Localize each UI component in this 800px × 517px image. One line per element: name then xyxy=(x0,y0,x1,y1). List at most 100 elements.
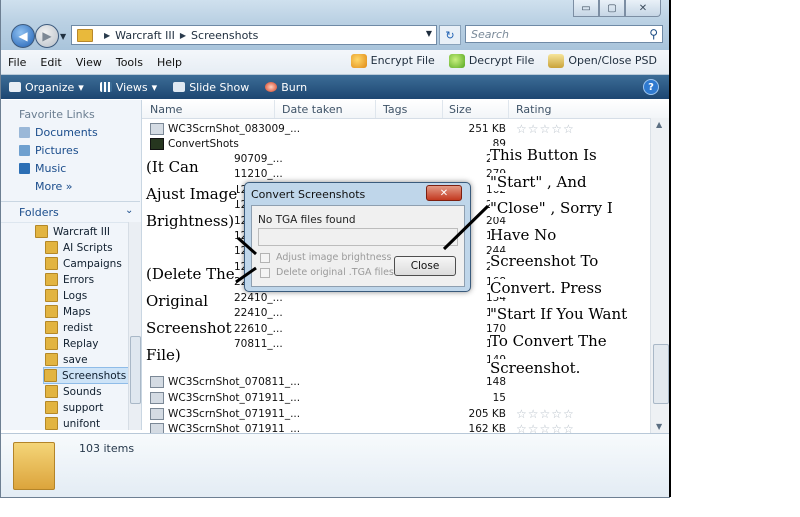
delete-original-checkbox[interactable]: Delete original .TGA files xyxy=(260,267,394,278)
file-name-text: WC3ScrnShot_083009_... xyxy=(168,123,301,135)
tree-item-support[interactable]: support xyxy=(45,400,103,415)
help-button[interactable]: ? xyxy=(643,79,659,95)
file-list-scrollbar[interactable]: ▲ ▼ xyxy=(650,118,669,433)
open-close-psd-label: Open/Close PSD xyxy=(568,54,657,67)
tree-item-replay[interactable]: Replay xyxy=(45,336,99,351)
column-divider[interactable] xyxy=(508,100,509,118)
breadcrumb-screenshots[interactable]: Screenshots xyxy=(191,29,258,42)
views-button[interactable]: Views ▾ xyxy=(92,81,165,94)
rating-stars[interactable]: ☆☆☆☆☆ xyxy=(516,122,575,136)
address-dropdown-icon[interactable]: ▼ xyxy=(426,29,432,38)
annotation-right: "Close" , Sorry I xyxy=(490,199,613,217)
annotation-right: This Button Is xyxy=(490,146,597,164)
file-size: 15 xyxy=(492,392,506,404)
more-links[interactable]: More » xyxy=(1,175,141,193)
tree-item-save[interactable]: save xyxy=(45,352,88,367)
column-date-taken[interactable]: Date taken xyxy=(282,103,343,116)
slideshow-button[interactable]: Slide Show xyxy=(165,81,257,94)
address-bar[interactable]: ▶ Warcraft III ▶ Screenshots ▼ xyxy=(71,25,437,45)
title-bar: ▭ ▢ ✕ xyxy=(1,0,669,20)
breadcrumb-warcraft[interactable]: Warcraft III xyxy=(115,29,175,42)
decrypt-icon xyxy=(448,54,465,68)
tree-item-campaigns[interactable]: Campaigns xyxy=(45,256,122,271)
tree-item-maps[interactable]: Maps xyxy=(45,304,91,319)
checkbox-box[interactable] xyxy=(260,267,270,278)
file-row[interactable]: WC3ScrnShot_083009_... 251 KB ☆☆☆☆☆ xyxy=(142,122,650,137)
scroll-up-icon[interactable]: ▲ xyxy=(656,120,662,129)
search-icon[interactable]: ⚲ xyxy=(649,27,658,41)
column-divider[interactable] xyxy=(442,100,443,118)
file-name-partial: 90709_... xyxy=(234,153,283,165)
adjust-brightness-checkbox[interactable]: Adjust image brightness xyxy=(260,252,391,263)
rating-stars[interactable]: ☆☆☆☆☆ xyxy=(516,407,575,421)
menu-file[interactable]: File xyxy=(1,56,33,69)
tree-item-screenshots[interactable]: Screenshots xyxy=(43,367,129,384)
menu-edit[interactable]: Edit xyxy=(33,56,68,69)
dialog-close-button[interactable]: ✕ xyxy=(426,185,462,201)
folder-icon xyxy=(45,273,58,286)
tree-item-sounds[interactable]: Sounds xyxy=(45,384,102,399)
favorite-pictures[interactable]: Pictures xyxy=(1,139,141,157)
file-row[interactable]: WC3ScrnShot_071911_... 205 KB ☆☆☆☆☆ xyxy=(142,407,650,422)
menu-help[interactable]: Help xyxy=(150,56,189,69)
file-name: WC3ScrnShot_071911_... xyxy=(150,392,300,404)
organize-button[interactable]: Organize ▾ xyxy=(1,81,92,94)
column-divider[interactable] xyxy=(274,100,275,118)
tree-item-label: Warcraft III xyxy=(53,225,111,238)
chevron-down-icon[interactable]: ⌄ xyxy=(125,205,133,216)
dialog-close-action-button[interactable]: Close xyxy=(394,256,456,276)
tree-item-redist[interactable]: redist xyxy=(45,320,93,335)
file-list-scroll-thumb[interactable] xyxy=(653,344,669,404)
annotation-right: To Convert The xyxy=(490,332,607,350)
column-divider[interactable] xyxy=(375,100,376,118)
file-name-partial: 22410_... xyxy=(234,292,283,304)
search-placeholder: Search xyxy=(471,27,510,41)
folder-icon xyxy=(45,337,58,350)
breadcrumb-chevron-icon[interactable]: ▶ xyxy=(180,31,186,40)
forward-button[interactable]: ▶ xyxy=(35,24,59,48)
checkbox-box[interactable] xyxy=(260,252,270,263)
column-name[interactable]: Name xyxy=(150,103,182,116)
menu-view[interactable]: View xyxy=(69,56,109,69)
minimize-button[interactable]: ▭ xyxy=(573,0,599,17)
column-rating[interactable]: Rating xyxy=(516,103,551,116)
maximize-button[interactable]: ▢ xyxy=(599,0,625,17)
column-size[interactable]: Size xyxy=(449,103,472,116)
tree-item-logs[interactable]: Logs xyxy=(45,288,87,303)
open-close-psd-button[interactable]: Open/Close PSD xyxy=(548,54,657,68)
file-row[interactable]: WC3ScrnShot_071911_... 15 xyxy=(142,391,650,406)
tree-scrollbar[interactable] xyxy=(128,222,141,430)
tree-item-unifont[interactable]: unifont xyxy=(45,416,100,430)
file-row[interactable]: WC3ScrnShot_070811_... 148 xyxy=(142,375,650,390)
favorite-pictures-label: Pictures xyxy=(35,144,79,157)
menu-tools[interactable]: Tools xyxy=(109,56,150,69)
refresh-button[interactable]: ↻ xyxy=(439,25,461,45)
convert-screenshots-dialog: Convert Screenshots ✕ No TGA files found… xyxy=(244,182,471,292)
tree-item-warcraft[interactable]: Warcraft III xyxy=(35,224,110,239)
decrypt-file-button[interactable]: Decrypt File xyxy=(448,54,534,68)
burn-button[interactable]: Burn xyxy=(257,81,315,94)
burn-icon xyxy=(265,82,278,92)
recent-pages-dropdown[interactable]: ▼ xyxy=(60,32,66,41)
folders-header[interactable]: Folders ⌄ xyxy=(1,201,140,223)
tree-item-label: redist xyxy=(63,321,93,334)
scroll-down-icon[interactable]: ▼ xyxy=(656,422,662,431)
file-size: 148 xyxy=(485,376,506,388)
forward-arrow-icon: ▶ xyxy=(42,29,52,43)
column-tags[interactable]: Tags xyxy=(383,103,407,116)
back-button[interactable]: ◀ xyxy=(11,24,35,48)
tree-scroll-thumb[interactable] xyxy=(130,336,141,404)
close-window-button[interactable]: ✕ xyxy=(625,0,661,17)
favorite-documents[interactable]: Documents xyxy=(1,121,141,139)
search-input[interactable]: Search ⚲ xyxy=(465,25,663,43)
encrypt-file-button[interactable]: Encrypt File xyxy=(350,54,435,68)
breadcrumb-chevron-icon[interactable]: ▶ xyxy=(104,31,110,40)
command-bar: Organize ▾ Views ▾ Slide Show Burn ? xyxy=(1,75,669,99)
annotation-right: Screenshot To xyxy=(490,252,599,270)
tree-item-errors[interactable]: Errors xyxy=(45,272,94,287)
favorite-music[interactable]: Music xyxy=(1,157,141,175)
tree-item-ai-scripts[interactable]: AI Scripts xyxy=(45,240,113,255)
favorite-music-label: Music xyxy=(35,162,67,175)
tree-item-label: save xyxy=(63,353,88,366)
views-icon xyxy=(99,82,112,92)
